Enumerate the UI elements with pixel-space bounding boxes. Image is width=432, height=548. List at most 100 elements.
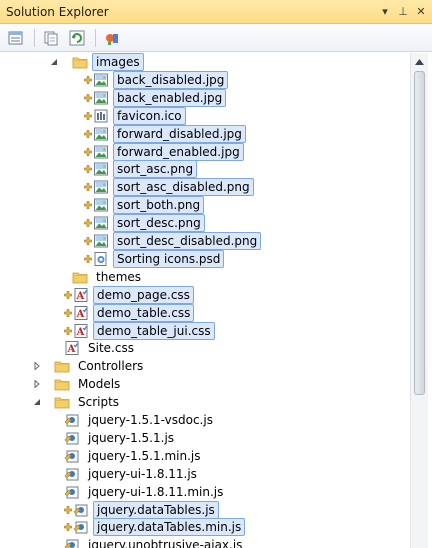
included-in-project-icon (64, 290, 72, 299)
tree-item-label: jquery-1.5.1.js (88, 430, 175, 445)
included-in-project-icon (64, 523, 72, 532)
included-in-project-icon (84, 129, 92, 138)
image-file-icon (93, 215, 109, 231)
tree-file[interactable]: Ademo_page.css (0, 285, 410, 304)
properties-icon[interactable] (6, 28, 26, 48)
tree-file[interactable]: Sorting icons.psd (0, 249, 410, 268)
included-in-project-icon (84, 254, 92, 263)
view-class-diagram-icon[interactable] (102, 28, 122, 48)
js-file-icon (64, 430, 80, 446)
tree-item-label: sort_both.png (113, 196, 205, 215)
tree-file[interactable]: sort_desc_disabled.png (0, 232, 410, 250)
tree-file[interactable]: Ademo_table_jui.css (0, 321, 410, 340)
tree-item-label: jquery-ui-1.8.11.min.js (88, 484, 224, 499)
expand-arrow-icon[interactable] (32, 379, 42, 389)
tree-item-label: jquery.unobtrusive-ajax.js (88, 538, 243, 548)
tree-folder-controllers[interactable]: Controllers (0, 357, 410, 375)
tree-item-label: sort_desc.png (113, 214, 205, 233)
tree-file[interactable]: favicon.ico (0, 106, 410, 125)
window-position-dropdown-icon[interactable]: ▾ (378, 5, 392, 19)
tree-item-label: jquery-1.5.1.min.js (88, 448, 201, 463)
tree-folder-models[interactable]: Models (0, 375, 410, 393)
refresh-icon[interactable] (67, 28, 87, 48)
tree-file[interactable]: sort_both.png (0, 196, 410, 215)
expand-arrow-icon[interactable] (32, 361, 42, 371)
js-file-icon (64, 448, 80, 464)
included-in-project-icon (84, 165, 92, 174)
tree-item-label: demo_table_jui.css (93, 321, 215, 340)
tree-file[interactable]: sort_asc.png (0, 160, 410, 179)
tree-file[interactable]: jquery-1.5.1.min.js (0, 447, 410, 465)
folder-icon (54, 376, 70, 392)
vertical-scrollbar[interactable] (410, 53, 428, 548)
collapse-arrow-icon[interactable] (32, 397, 42, 407)
included-in-project-icon (84, 75, 92, 84)
tree-file[interactable]: back_disabled.jpg (0, 70, 410, 89)
ico-file-icon (93, 108, 109, 124)
collapse-arrow-icon[interactable] (49, 57, 59, 67)
included-in-project-icon (84, 237, 92, 245)
tree-item-label: demo_page.css (93, 285, 194, 304)
tree-file[interactable]: A Site.css (0, 339, 410, 357)
tree-file[interactable]: forward_enabled.jpg (0, 142, 410, 161)
tree-item-label: demo_table.css (93, 303, 195, 322)
tree-item-label: Scripts (78, 395, 120, 410)
included-in-project-icon (64, 326, 72, 335)
tree-item-label: favicon.ico (113, 106, 186, 125)
tree-item-label: jquery.dataTables.js (93, 500, 219, 519)
tree-item-label: images (92, 53, 144, 71)
tree-file[interactable]: back_enabled.jpg (0, 88, 410, 107)
js-file-icon (64, 484, 80, 500)
tree-file[interactable]: jquery.unobtrusive-ajax.js (0, 536, 410, 548)
tree-item-label: Sorting icons.psd (113, 249, 225, 268)
scroll-up-icon[interactable] (411, 53, 428, 70)
tree-file[interactable]: jquery-1.5.1-vsdoc.js (0, 411, 410, 429)
tree-file[interactable]: jquery-ui-1.8.11.js (0, 465, 410, 483)
tree-item-label: jquery.dataTables.min.js (93, 518, 246, 537)
scrollbar-thumb[interactable] (414, 71, 425, 395)
image-file-icon (93, 144, 109, 160)
tree-item-label: jquery-ui-1.8.11.js (88, 466, 197, 481)
tree-file[interactable]: sort_desc.png (0, 214, 410, 233)
close-icon[interactable]: ✕ (414, 5, 428, 19)
tree-file[interactable]: sort_asc_disabled.png (0, 178, 410, 197)
folder-icon (72, 54, 88, 70)
toolbar (0, 24, 432, 52)
window-title: Solution Explorer (6, 4, 109, 19)
included-in-project-icon (64, 505, 72, 514)
included-in-project-icon (64, 308, 72, 317)
included-in-project-icon (84, 147, 92, 156)
title-bar: Solution Explorer ▾ ⊥ ✕ (0, 0, 432, 24)
js-file-icon (64, 412, 80, 428)
auto-hide-pin-icon[interactable]: ⊥ (396, 5, 410, 19)
image-file-icon (93, 179, 109, 195)
included-in-project-icon (84, 201, 92, 210)
tree-item-label: back_enabled.jpg (113, 88, 227, 107)
image-file-icon (93, 161, 109, 177)
tree-item-label: forward_enabled.jpg (113, 142, 244, 161)
tree-file[interactable]: Ademo_table.css (0, 303, 410, 322)
tree-folder-themes[interactable]: themes (0, 268, 410, 286)
tree-file[interactable]: jquery-1.5.1.js (0, 429, 410, 447)
css-file-icon: A (73, 323, 89, 339)
css-file-icon: A (73, 287, 89, 303)
tree-folder-images[interactable]: images (0, 53, 410, 71)
tree-file[interactable]: jquery.dataTables.js (0, 500, 410, 519)
tree-file[interactable]: forward_disabled.jpg (0, 124, 410, 143)
included-in-project-icon (84, 183, 92, 192)
image-file-icon (93, 72, 109, 88)
show-all-files-icon[interactable] (41, 28, 61, 48)
tree-file[interactable]: jquery.dataTables.min.js (0, 518, 410, 537)
folder-icon (54, 394, 70, 410)
css-file-icon: A (64, 340, 80, 356)
tree-item-label: sort_asc.png (113, 160, 198, 179)
included-in-project-icon (84, 111, 92, 120)
js-file-icon (64, 466, 80, 482)
toolbar-separator (95, 28, 96, 47)
folder-icon (72, 269, 88, 285)
tree-file[interactable]: jquery-ui-1.8.11.min.js (0, 483, 410, 501)
tree-item-label: Controllers (78, 359, 144, 374)
tree-item-label: forward_disabled.jpg (113, 124, 246, 143)
tree-folder-scripts[interactable]: Scripts (0, 393, 410, 411)
tree-item-label: sort_desc_disabled.png (113, 232, 262, 250)
